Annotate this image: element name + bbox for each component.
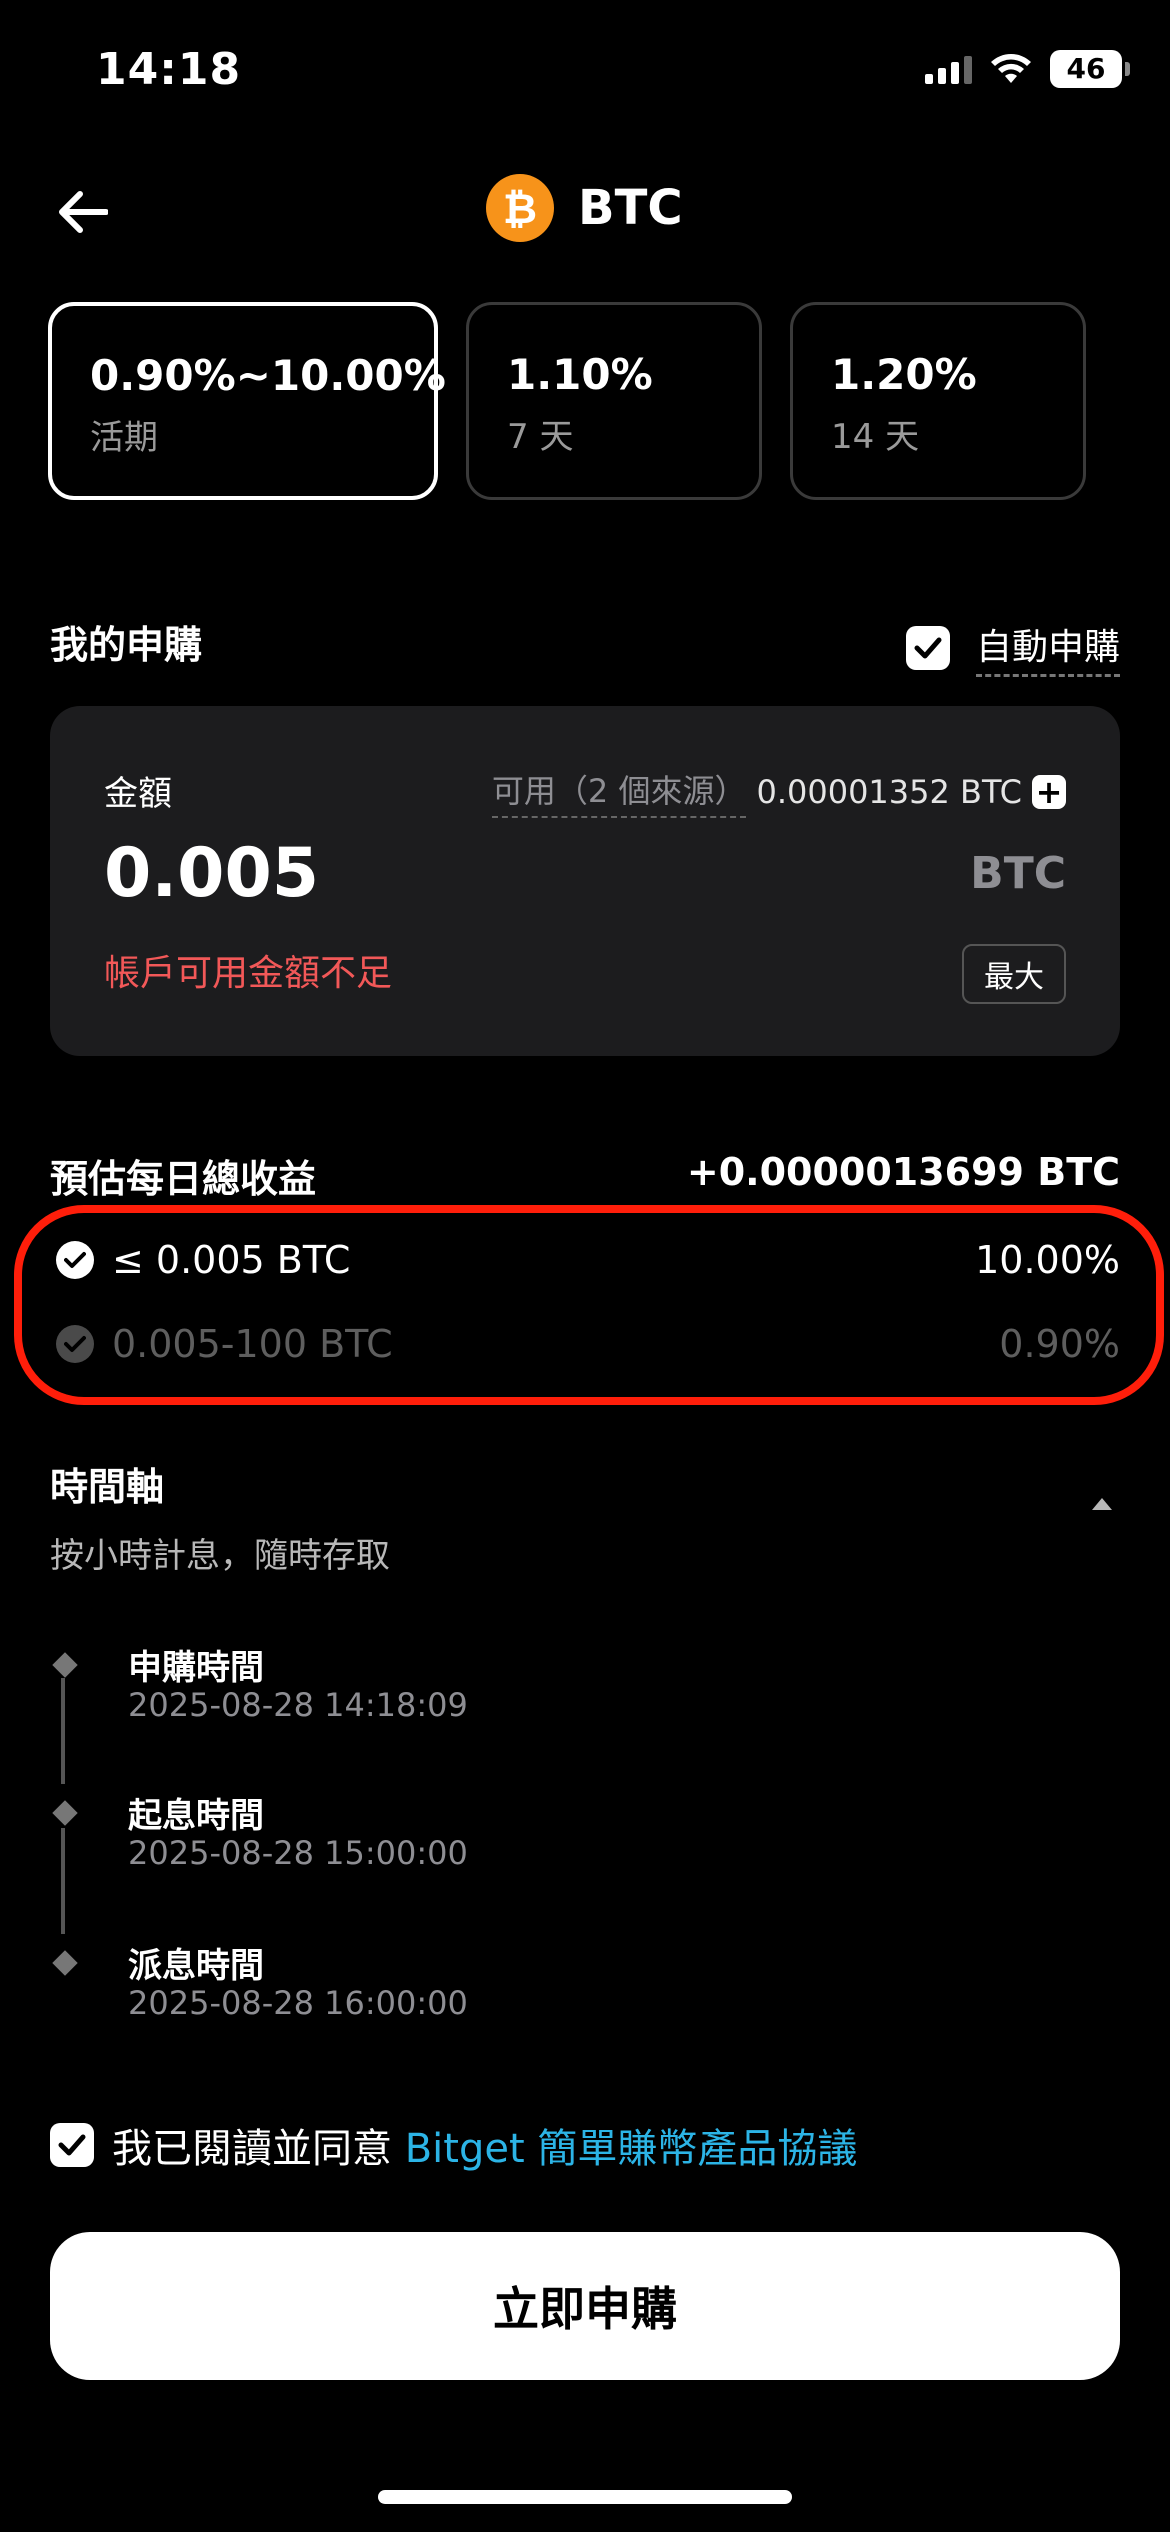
timeline-item: 起息時間 2025-08-28 15:00:00 — [50, 1788, 850, 1888]
subscribe-now-button[interactable]: 立即申購 — [50, 2232, 1120, 2380]
timeline-item-time: 2025-08-28 15:00:00 — [128, 1834, 468, 1872]
back-button[interactable] — [50, 180, 114, 244]
agreement-text: 我已閱讀並同意 Bitget 簡單賺幣產品協議 — [112, 2116, 857, 2174]
timeline-title: 時間軸 — [50, 1465, 165, 1509]
plus-icon[interactable]: + — [1032, 775, 1066, 809]
timeline-subtitle: 按小時計息，隨時存取 — [50, 1536, 390, 1576]
status-icons: 46 — [925, 50, 1130, 88]
page-title-text: BTC — [578, 180, 683, 236]
amount-unit: BTC — [970, 848, 1066, 899]
plan-rate: 1.20% — [831, 350, 977, 399]
arrow-left-icon — [59, 191, 108, 233]
plan-7-day[interactable]: 1.10% 7 天 — [466, 302, 762, 500]
amount-input[interactable]: 0.005 — [104, 834, 319, 913]
plan-rate: 0.90%~10.00% — [90, 351, 446, 400]
plan-term: 活期 — [90, 418, 158, 458]
available-label[interactable]: 可用（2 個來源） — [491, 766, 747, 818]
status-time: 14:18 — [96, 44, 242, 95]
plan-flexible[interactable]: 0.90%~10.00% 活期 — [48, 302, 446, 500]
diamond-icon — [52, 1800, 78, 1826]
earnings-value: +0.0000013699 BTC — [686, 1150, 1120, 1194]
auto-subscribe-toggle[interactable]: 自動申購 — [905, 618, 1120, 677]
auto-subscribe-label[interactable]: 自動申購 — [975, 618, 1120, 677]
tier-range: 0.005-100 BTC — [112, 1322, 393, 1366]
earnings-title: 預估每日總收益 — [50, 1157, 317, 1201]
plan-rate: 1.10% — [507, 350, 653, 399]
max-button[interactable]: 最大 — [962, 944, 1066, 1004]
check-circle-icon — [56, 1325, 94, 1363]
available-value: 0.00001352 BTC — [756, 773, 1022, 811]
wifi-icon — [991, 54, 1031, 83]
amount-card: 金額 可用（2 個來源） 0.00001352 BTC + 0.005 BTC … — [50, 706, 1120, 1056]
timeline-item-time: 2025-08-28 16:00:00 — [128, 1984, 468, 2022]
subscription-title: 我的申購 — [50, 623, 203, 667]
tier-row: 0.005-100 BTC 0.90% — [56, 1314, 1120, 1374]
agreement-link[interactable]: Bitget 簡單賺幣產品協議 — [405, 2126, 858, 2172]
available-balance: 可用（2 個來源） 0.00001352 BTC + — [491, 766, 1066, 818]
check-icon — [58, 2134, 86, 2156]
battery-icon: 46 — [1050, 50, 1130, 88]
agreement-row: 我已閱讀並同意 Bitget 簡單賺幣產品協議 — [50, 2116, 857, 2174]
timeline-item: 派息時間 2025-08-28 16:00:00 — [50, 1938, 850, 2038]
timeline-item-title: 起息時間 — [128, 1796, 264, 1836]
home-indicator[interactable] — [378, 2490, 792, 2504]
page-title: ₿ BTC — [486, 174, 683, 242]
timeline-item: 申購時間 2025-08-28 14:18:09 — [50, 1640, 850, 1740]
timeline-item-title: 派息時間 — [128, 1946, 264, 1986]
auto-subscribe-checkbox[interactable] — [905, 625, 950, 670]
tier-range: ≤ 0.005 BTC — [112, 1238, 351, 1282]
insufficient-balance-error: 帳戶可用金額不足 — [104, 953, 393, 994]
btc-coin-icon: ₿ — [486, 174, 554, 242]
plan-14-day[interactable]: 1.20% 14 天 — [790, 302, 1086, 500]
tier-row: ≤ 0.005 BTC 10.00% — [56, 1230, 1120, 1290]
diamond-icon — [52, 1652, 78, 1678]
timeline-item-time: 2025-08-28 14:18:09 — [128, 1686, 468, 1724]
chevron-up-icon[interactable] — [1092, 1498, 1112, 1510]
status-bar: 14:18 46 — [0, 0, 1170, 150]
plan-selector: 0.90%~10.00% 活期 1.10% 7 天 1.20% 14 天 — [48, 302, 1086, 500]
agreement-checkbox[interactable] — [50, 2123, 94, 2167]
check-circle-icon — [56, 1241, 94, 1279]
tier-rate: 10.00% — [975, 1238, 1120, 1282]
signal-icon — [925, 54, 972, 84]
timeline-item-title: 申購時間 — [128, 1648, 264, 1688]
nav-bar: ₿ BTC — [0, 170, 1170, 250]
diamond-icon — [52, 1950, 78, 1976]
amount-label: 金額 — [104, 774, 172, 814]
plan-term: 7 天 — [507, 417, 574, 457]
tier-rate: 0.90% — [999, 1322, 1120, 1366]
plan-term: 14 天 — [831, 417, 920, 457]
agreement-prefix: 我已閱讀並同意 — [112, 2126, 405, 2172]
check-icon — [914, 637, 942, 658]
